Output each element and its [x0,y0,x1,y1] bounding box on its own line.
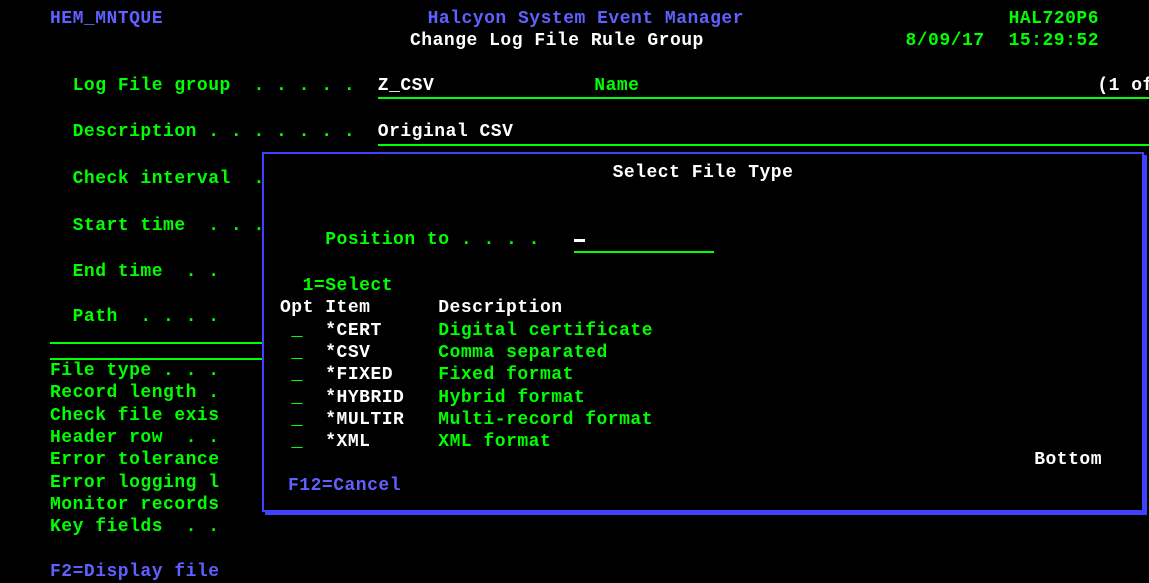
item-3: *HYBRID [325,388,404,408]
opt-input-3[interactable] [291,388,302,408]
date: 8/09/17 [905,30,984,52]
desc-4: Multi-record format [438,410,653,430]
opt-input-5[interactable] [291,432,302,452]
error-tolerance-label: Error tolerance [50,450,220,470]
check-file-exists-label: Check file exis [50,406,220,426]
select-file-type-popup: Select File Type Position to . . . . 1=S… [262,152,1144,512]
col-item: Item [325,298,370,318]
log-file-group-value[interactable]: Z_CSV [378,75,435,97]
f12-cancel[interactable]: F12=Cancel [288,476,401,496]
description-label: Description . . . . . . . [73,122,356,142]
key-fields-label: Key fields . . [50,517,220,537]
program-id-right: HAL720P6 [1009,8,1099,30]
page-indicator: (1 of 2) [1097,75,1149,97]
desc-5: XML format [438,432,551,452]
app-title: Halcyon System Event Manager [428,8,744,30]
position-to-input[interactable] [574,229,714,253]
program-id-left: HEM_MNTQUE [50,8,163,30]
desc-3: Hybrid format [438,388,585,408]
error-logging-label: Error logging l [50,473,220,493]
desc-2: Fixed format [438,365,574,385]
desc-0: Digital certificate [438,321,653,341]
end-time-label: End time . . [73,262,220,282]
opt-input-1[interactable] [291,343,302,363]
col-opt: Opt [280,298,314,318]
desc-1: Comma separated [438,343,608,363]
name-label: Name [594,75,639,97]
opt-input-4[interactable] [291,410,302,430]
monitor-records-label: Monitor records [50,495,220,515]
popup-title: Select File Type [280,162,1126,184]
header-row-label: Header row . . [50,428,220,448]
item-1: *CSV [325,343,370,363]
description-value[interactable]: Original CSV [378,122,514,142]
path-label: Path . . . . [73,307,220,327]
col-desc: Description [438,298,562,318]
item-4: *MULTIR [325,410,404,430]
opt-input-0[interactable] [291,321,302,341]
item-5: *XML [325,432,370,452]
file-type-label: File type . . . [50,361,220,381]
popup-bottom-indicator: Bottom [1034,450,1102,470]
item-0: *CERT [325,321,382,341]
option-hint: 1=Select [303,276,393,296]
log-file-group-label: Log File group . . . . . [73,76,356,96]
item-2: *FIXED [325,365,393,385]
position-to-label: Position to . . . . [325,230,540,250]
screen-subtitle: Change Log File Rule Group [410,30,704,52]
opt-input-2[interactable] [291,365,302,385]
f2-display-file[interactable]: F2=Display file [50,562,220,582]
record-length-label: Record length . [50,383,220,403]
time: 15:29:52 [1009,30,1099,52]
